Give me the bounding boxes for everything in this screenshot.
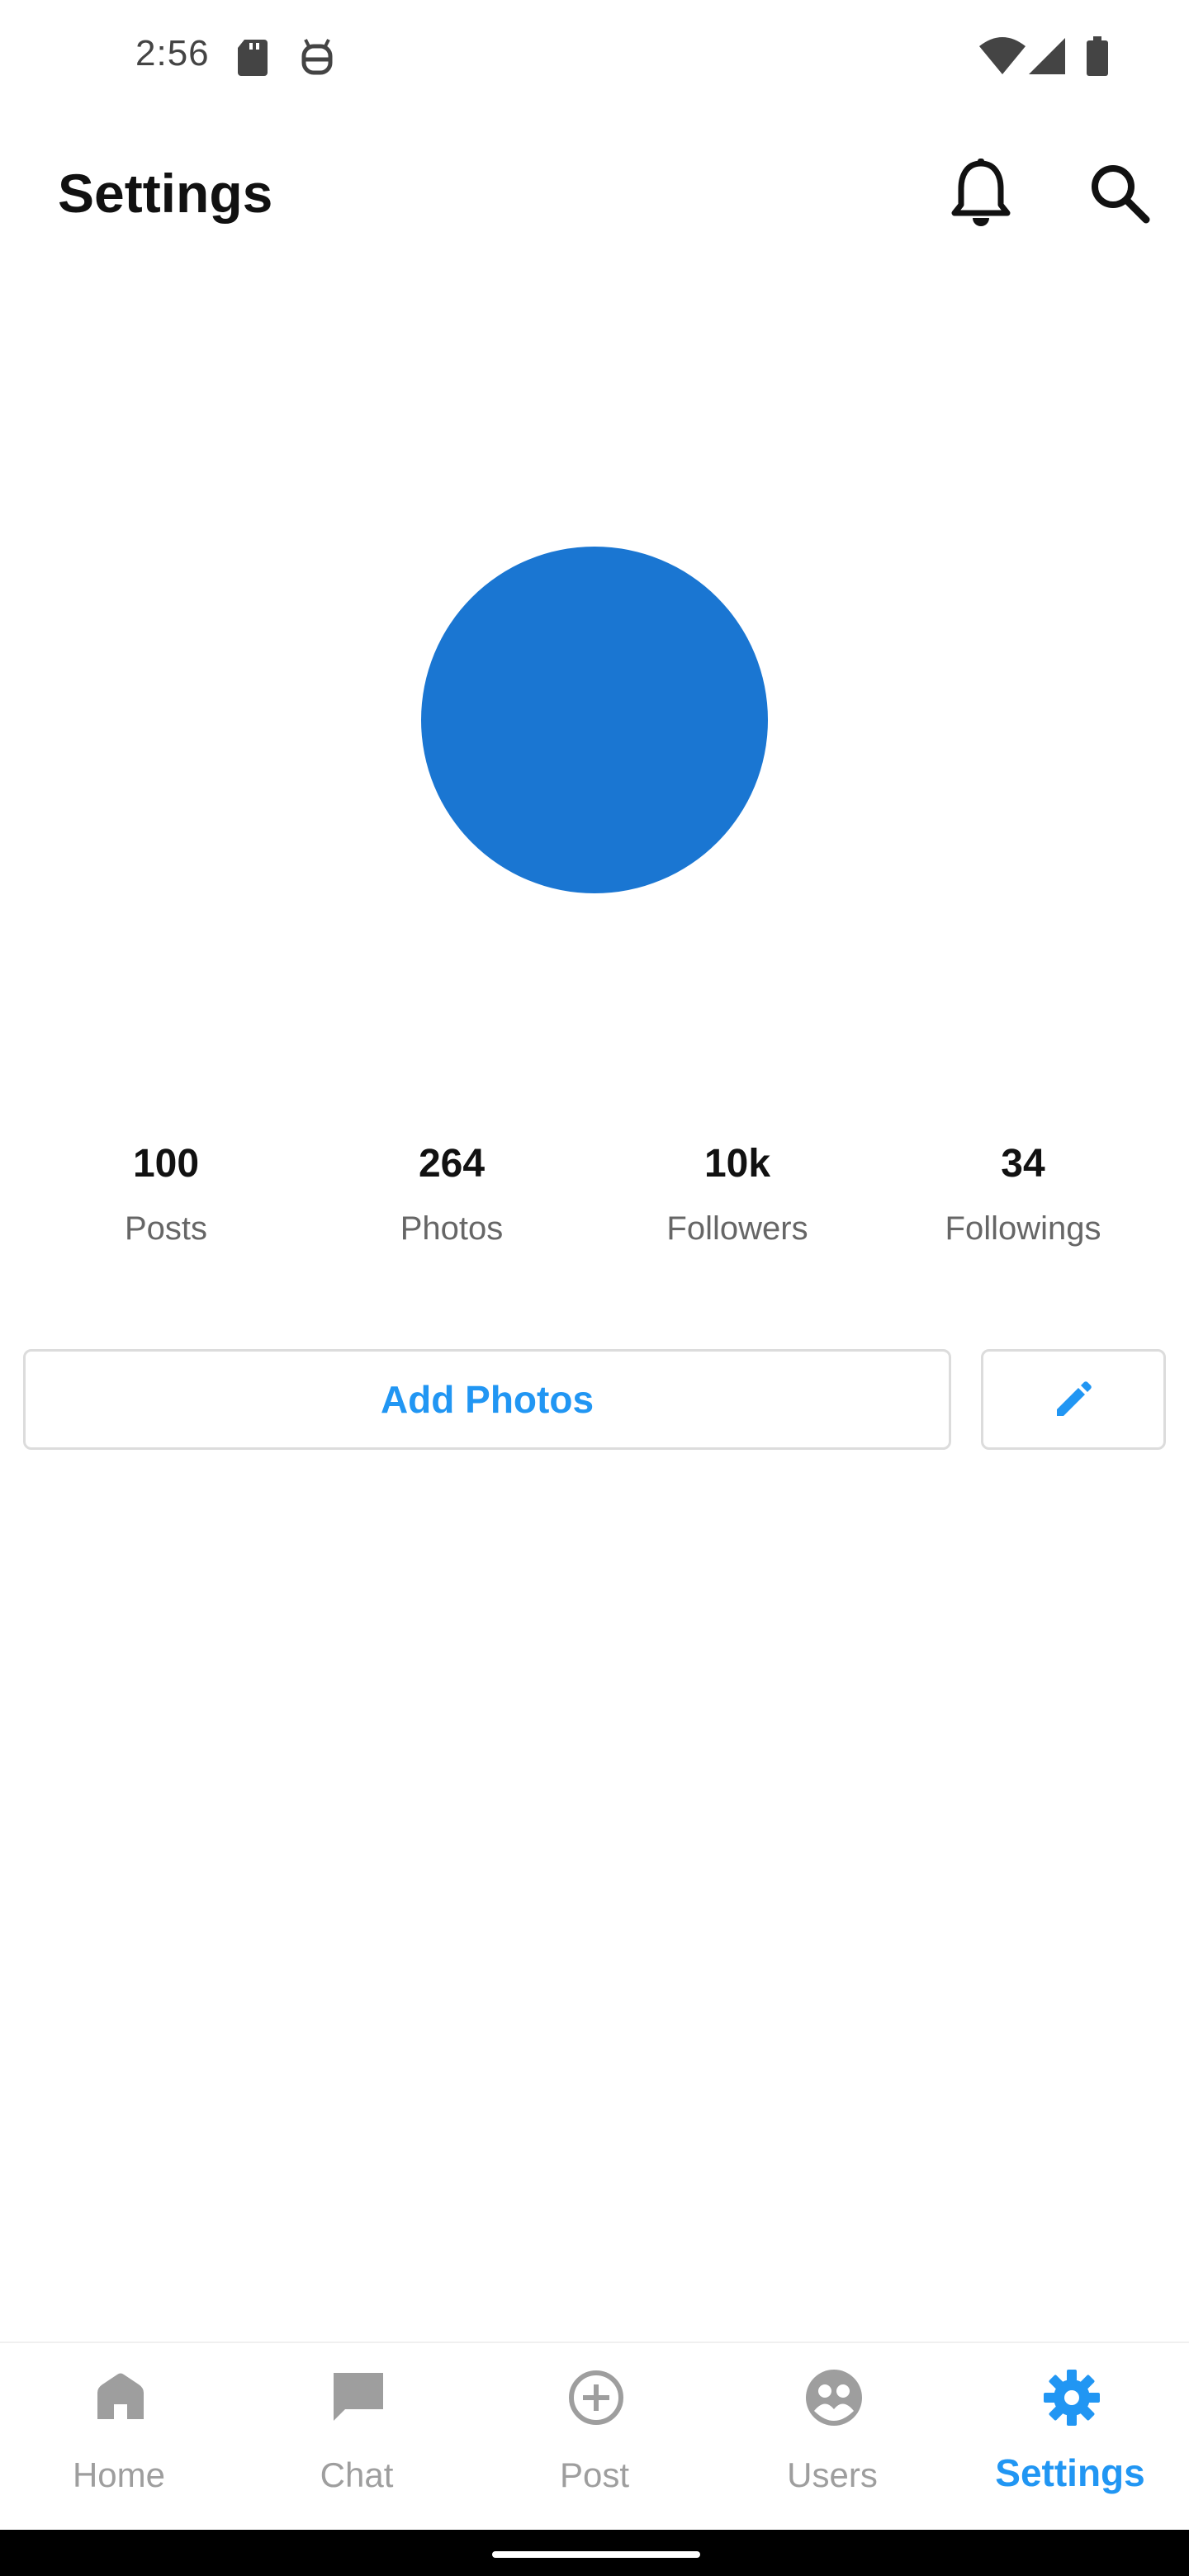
home-indicator[interactable]	[492, 2551, 700, 2558]
system-nav-bar	[0, 2530, 1189, 2576]
add-photos-label: Add Photos	[380, 1378, 594, 1421]
stat-label: Followers	[666, 1210, 808, 1247]
nav-item-users[interactable]: Users	[713, 2343, 951, 2531]
nav-label: Home	[72, 2455, 166, 2494]
users-icon	[806, 2370, 862, 2426]
gear-icon	[1044, 2370, 1100, 2426]
notifications-button[interactable]	[950, 159, 1012, 228]
add-circle-icon	[569, 2370, 623, 2425]
stat-label: Followings	[945, 1210, 1101, 1247]
nav-item-chat[interactable]: Chat	[238, 2343, 476, 2531]
nav-label: Users	[787, 2455, 878, 2494]
add-photos-button[interactable]: Add Photos	[23, 1349, 951, 1450]
stat-label: Posts	[124, 1210, 208, 1247]
battery-icon	[1087, 36, 1108, 76]
status-bar: 2:56	[0, 0, 1189, 116]
profile-stats: 100 Posts 264 Photos 10k Followers 34 Fo…	[0, 1139, 1189, 1271]
status-time: 2:56	[135, 33, 210, 73]
stat-photos[interactable]: 264 Photos	[309, 1139, 594, 1250]
stat-followers[interactable]: 10k Followers	[594, 1139, 880, 1250]
signal-icon	[1029, 38, 1065, 74]
pencil-icon	[1057, 1381, 1092, 1416]
wifi-icon	[979, 37, 1026, 74]
bell-icon	[951, 159, 1011, 226]
nav-item-home[interactable]: Home	[0, 2343, 238, 2531]
nav-label: Post	[559, 2455, 630, 2494]
stat-label: Photos	[400, 1210, 504, 1247]
nav-label: Settings	[995, 2451, 1145, 2494]
nav-item-settings[interactable]: Settings	[951, 2343, 1189, 2531]
nav-item-post[interactable]: Post	[476, 2343, 713, 2531]
edit-profile-button[interactable]	[981, 1349, 1166, 1450]
stat-followings[interactable]: 34 Followings	[880, 1139, 1166, 1250]
stat-value: 100	[132, 1142, 200, 1186]
android-icon	[301, 39, 333, 75]
app-bar: Settings	[0, 116, 1189, 277]
stat-value: 10k	[703, 1142, 771, 1186]
nav-label: Chat	[320, 2455, 394, 2494]
sd-card-icon	[238, 40, 268, 76]
stat-value: 264	[418, 1142, 486, 1186]
search-icon	[1092, 165, 1150, 224]
page-title: Settings	[58, 163, 273, 224]
chat-icon	[334, 2373, 383, 2421]
stat-posts[interactable]: 100 Posts	[23, 1139, 309, 1250]
home-icon	[97, 2373, 144, 2419]
search-button[interactable]	[1087, 160, 1153, 226]
avatar[interactable]	[421, 547, 768, 893]
stat-value: 34	[1001, 1142, 1045, 1186]
bottom-nav: Home Chat Post Users Settings	[0, 2342, 1189, 2531]
